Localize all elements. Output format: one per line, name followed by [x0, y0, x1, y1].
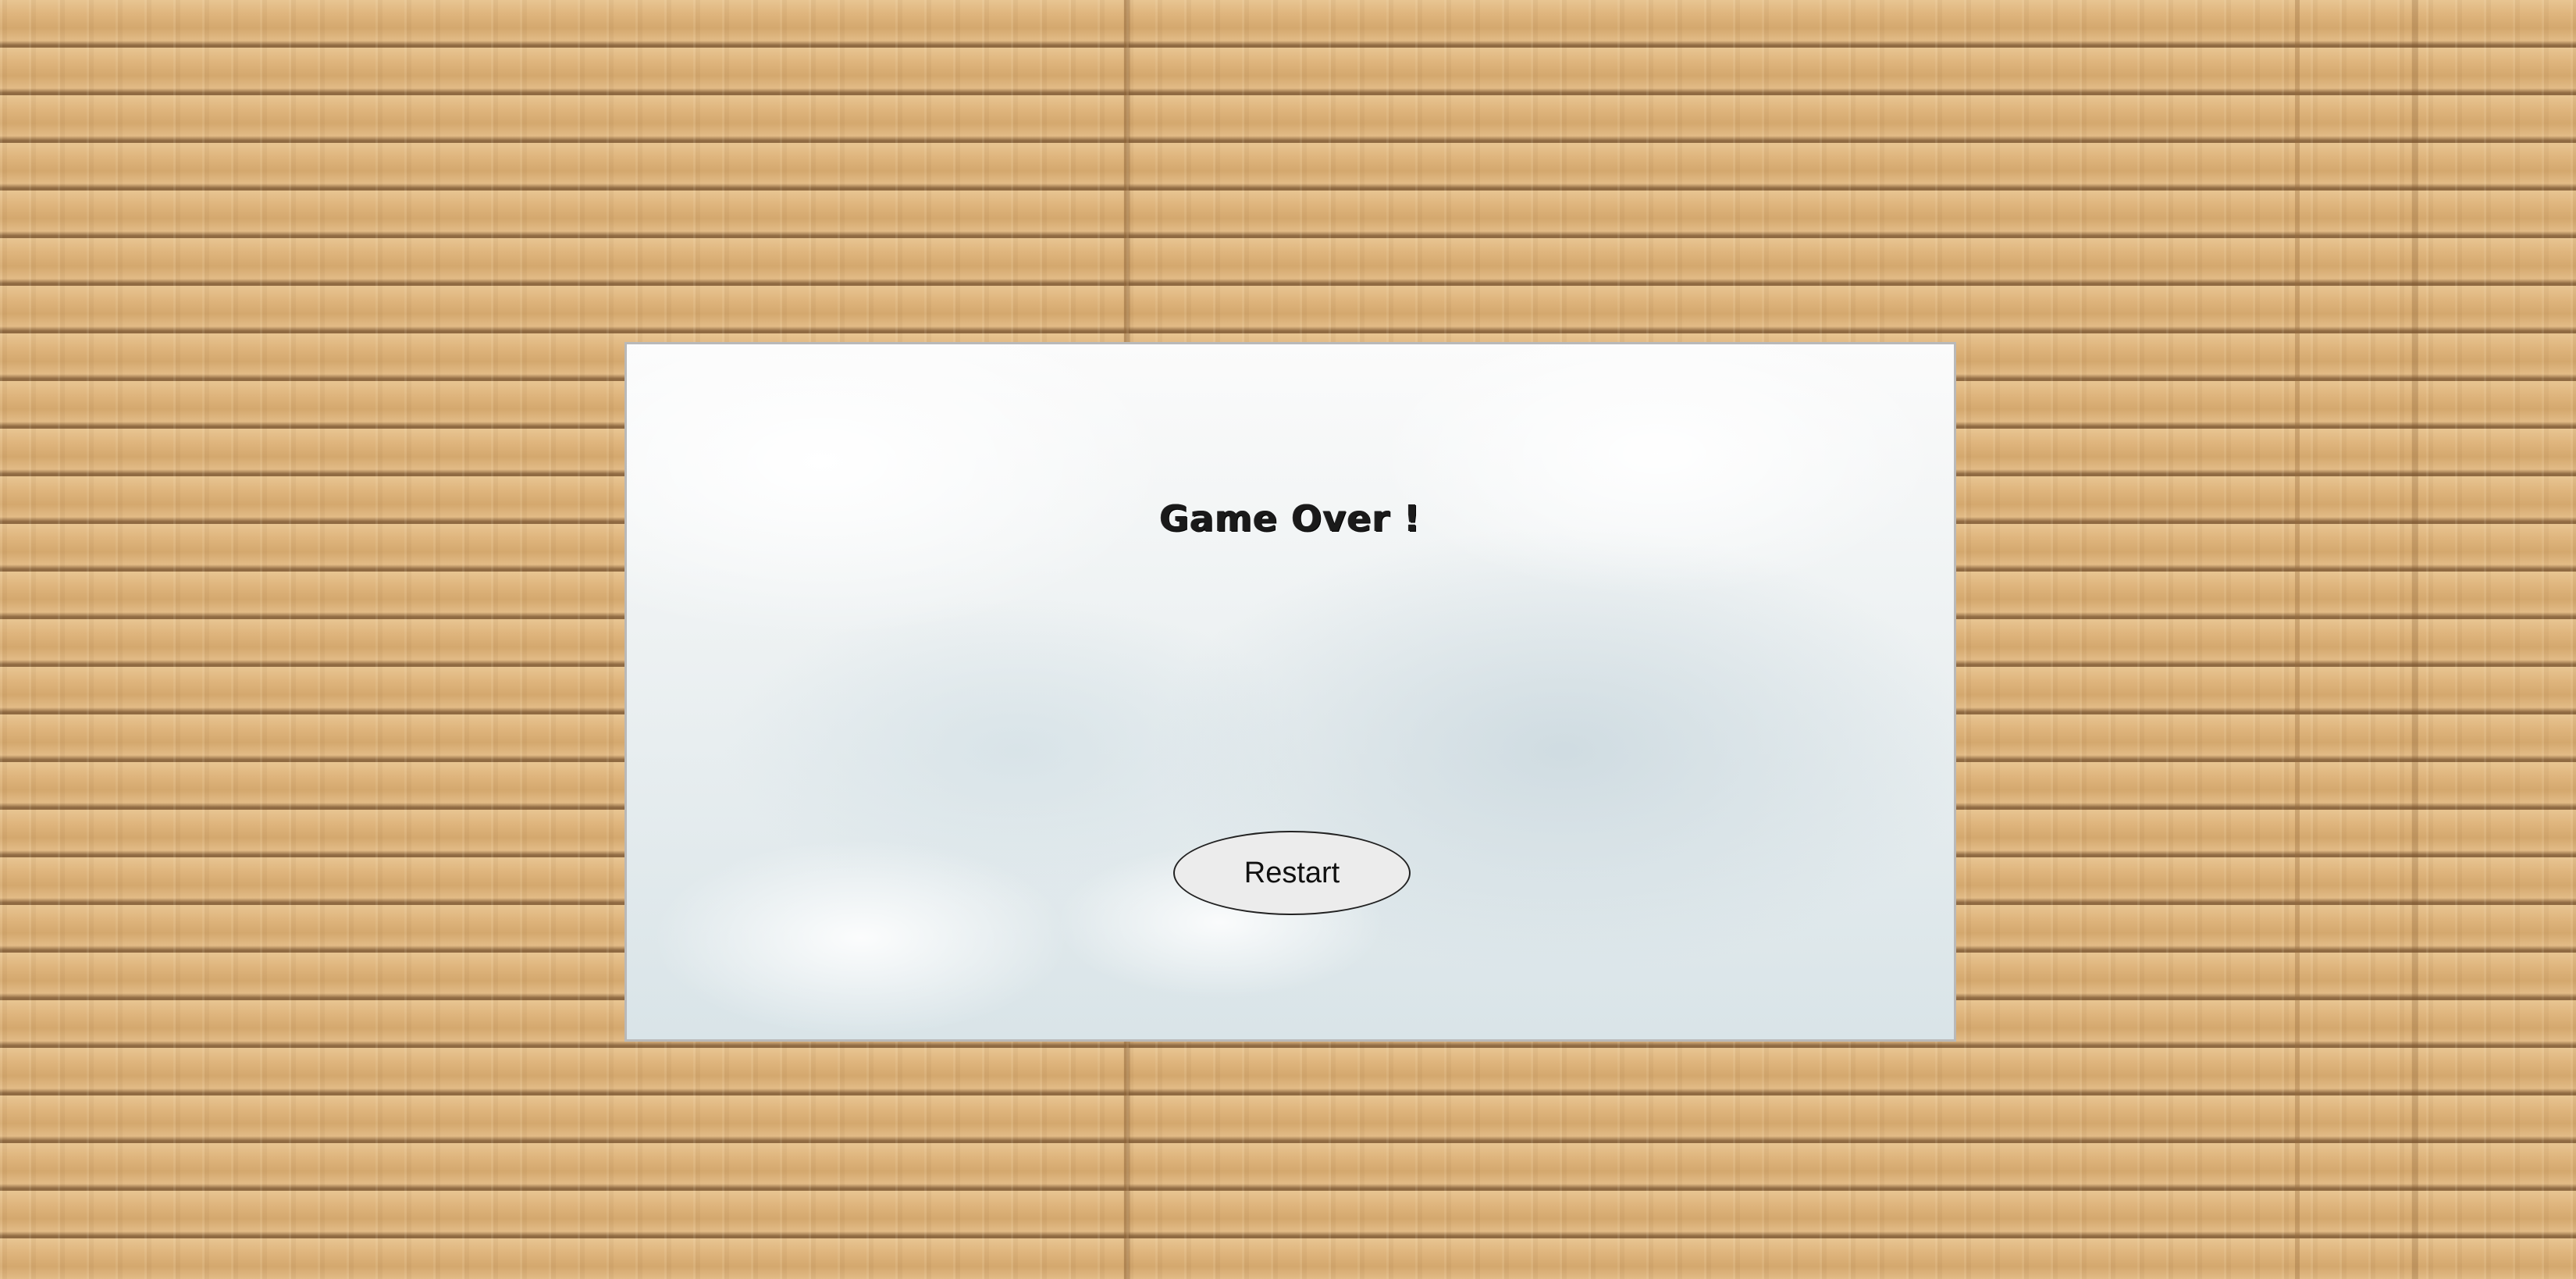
game-over-panel: Game Over ! Restart: [624, 342, 1956, 1042]
game-over-title: Game Over !: [1159, 497, 1421, 540]
restart-button[interactable]: Restart: [1173, 831, 1411, 915]
plank-seam: [2295, 0, 2300, 1279]
